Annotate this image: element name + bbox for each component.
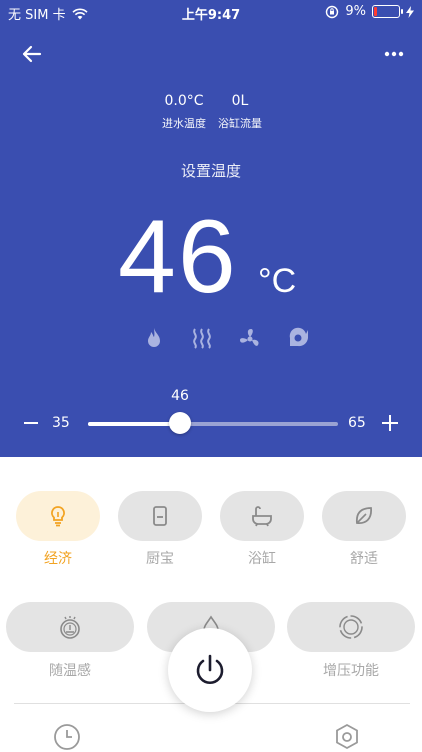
minus-icon[interactable] — [22, 413, 40, 433]
status-bar: 无 SIM 卡 上午9:47 9% — [0, 0, 422, 24]
func-thermo-sense-label: 随温感 — [49, 663, 91, 679]
charging-bolt-icon — [406, 5, 414, 18]
slider-min-label: 35 — [52, 415, 70, 431]
back-arrow-icon[interactable] — [18, 40, 46, 68]
clock-icon[interactable] — [52, 722, 82, 752]
temperature-value: 46 — [118, 199, 238, 315]
func-boost-label: 增压功能 — [323, 663, 379, 679]
inlet-temp-stat: 0.0°C 进水温度 — [154, 93, 214, 131]
settings-hex-icon[interactable] — [332, 722, 362, 752]
water-heater-icon — [153, 506, 167, 526]
header-panel: 无 SIM 卡 上午9:47 9% 0.0°C 进水温度 0L 浴缸流量 设置温… — [0, 0, 422, 457]
thermo-sense-icon — [60, 616, 80, 639]
mode-comfort-label: 舒适 — [350, 551, 378, 567]
mode-economy-button[interactable] — [16, 491, 100, 541]
boost-icon — [339, 615, 363, 639]
mode-kitchen-label: 厨宝 — [146, 551, 174, 567]
mode-kitchen-button[interactable] — [118, 491, 202, 541]
power-button[interactable] — [168, 628, 252, 712]
lightbulb-icon — [51, 506, 65, 527]
set-temp-label: 设置温度 — [180, 162, 241, 180]
mode-comfort-button[interactable] — [322, 491, 406, 541]
func-boost-button[interactable] — [287, 602, 415, 652]
more-options-icon[interactable] — [382, 42, 406, 66]
fan-icon — [240, 329, 259, 346]
inlet-temp-label: 进水温度 — [162, 117, 206, 130]
bath-flow-value: 0L — [231, 93, 249, 109]
temperature-unit: °C — [258, 262, 297, 300]
flame-icon — [148, 328, 160, 347]
status-icons-row — [140, 324, 312, 352]
slider-max-label: 65 — [348, 415, 366, 431]
battery-percent: 9% — [345, 4, 366, 19]
pump-icon — [289, 327, 308, 347]
slider-value-label: 46 — [171, 388, 189, 404]
bathtub-icon — [252, 506, 272, 527]
bath-flow-label: 浴缸流量 — [218, 117, 262, 130]
power-icon — [196, 654, 224, 684]
slider-fill — [88, 422, 180, 426]
mode-economy-label: 经济 — [44, 551, 72, 567]
leaf-icon — [355, 507, 372, 524]
temperature-slider-track[interactable] — [88, 422, 338, 426]
slider-thumb[interactable] — [168, 412, 191, 434]
battery-icon — [372, 5, 403, 18]
mode-bathtub-label: 浴缸 — [248, 551, 276, 567]
rotation-lock-icon — [326, 5, 339, 18]
plus-icon[interactable] — [380, 413, 400, 433]
bath-flow-stat: 0L 浴缸流量 — [210, 93, 270, 131]
inlet-temp-value: 0.0°C — [164, 93, 204, 109]
func-thermo-sense-button[interactable] — [6, 602, 134, 652]
mode-bathtub-button[interactable] — [220, 491, 304, 541]
heat-waves-icon — [193, 328, 211, 349]
